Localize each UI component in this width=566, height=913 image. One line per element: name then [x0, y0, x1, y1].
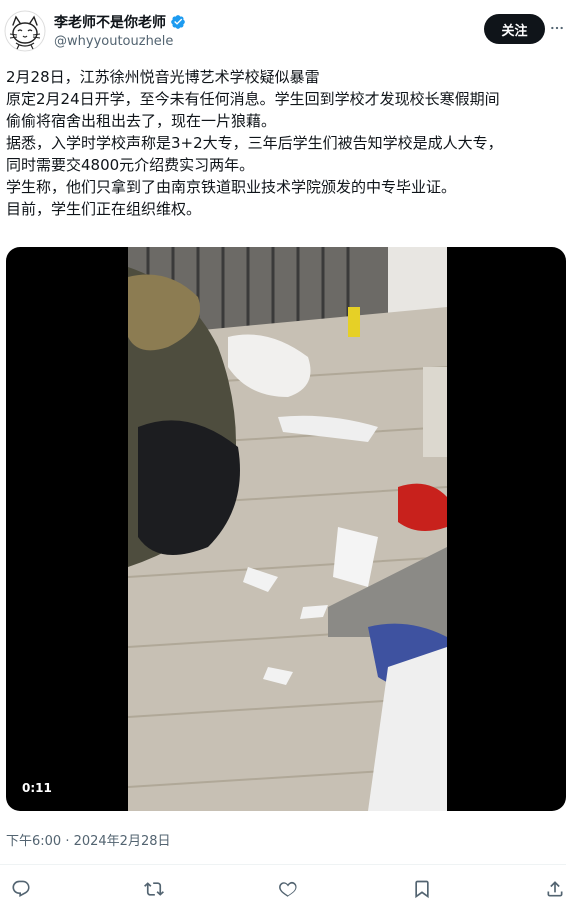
tweet-line: 2月28日，江苏徐州悦音光博艺术学校疑似暴雷 [6, 68, 320, 86]
reply-icon[interactable] [10, 878, 32, 900]
name-row: 李老师不是你老师 [54, 12, 186, 32]
divider [0, 864, 566, 865]
tweet-timestamp[interactable]: 下午6:00 · 2024年2月28日 [6, 830, 171, 849]
tweet-line: 据悉，入学时学校声称是3+2大专，三年后学生们被告知学校是成人大专， [6, 134, 503, 152]
cat-doodle-avatar-icon [4, 10, 46, 52]
share-icon[interactable] [544, 878, 566, 900]
video-frame [128, 247, 447, 811]
display-name[interactable]: 李老师不是你老师 [54, 12, 166, 32]
more-options-icon[interactable] [550, 18, 564, 38]
bookmark-icon[interactable] [411, 878, 433, 900]
tweet-line: 原定2月24日开学，至今未有任何消息。学生回到学校才发现校长寒假期间 [6, 90, 500, 108]
retweet-icon[interactable] [143, 878, 165, 900]
tweet-line: 同时需要交4800元介绍费实习两年。 [6, 156, 255, 174]
tweet-text: 2月28日，江苏徐州悦音光博艺术学校疑似暴雷 原定2月24日开学，至今未有任何消… [6, 66, 562, 220]
tweet-line: 学生称，他们只拿到了由南京铁道职业技术学院颁发的中专毕业证。 [6, 178, 457, 196]
avatar[interactable] [4, 10, 46, 52]
user-handle[interactable]: @whyyoutouzhele [54, 34, 173, 49]
video-player[interactable]: 0:11 [6, 247, 566, 811]
action-bar [0, 872, 566, 906]
like-icon[interactable] [277, 878, 299, 900]
tweet-line: 目前，学生们正在组织维权。 [6, 200, 202, 218]
video-duration: 0:11 [22, 781, 52, 795]
tweet-header: 李老师不是你老师 @whyyoutouzhele 关注 [0, 0, 566, 62]
verified-badge-icon [170, 14, 186, 30]
follow-button[interactable]: 关注 [484, 14, 545, 44]
tweet-line: 偷偷将宿舍出租出去了，现在一片狼藉。 [6, 112, 277, 130]
